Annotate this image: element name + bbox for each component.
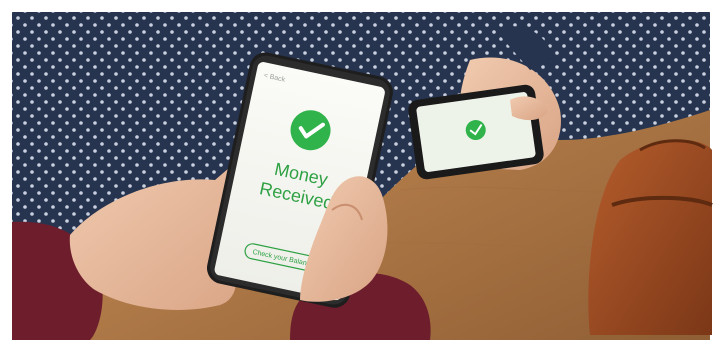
photo-scene: < Back Money Received Check your Balance — [0, 0, 722, 352]
photo-frame: < Back Money Received Check your Balance — [0, 0, 722, 352]
